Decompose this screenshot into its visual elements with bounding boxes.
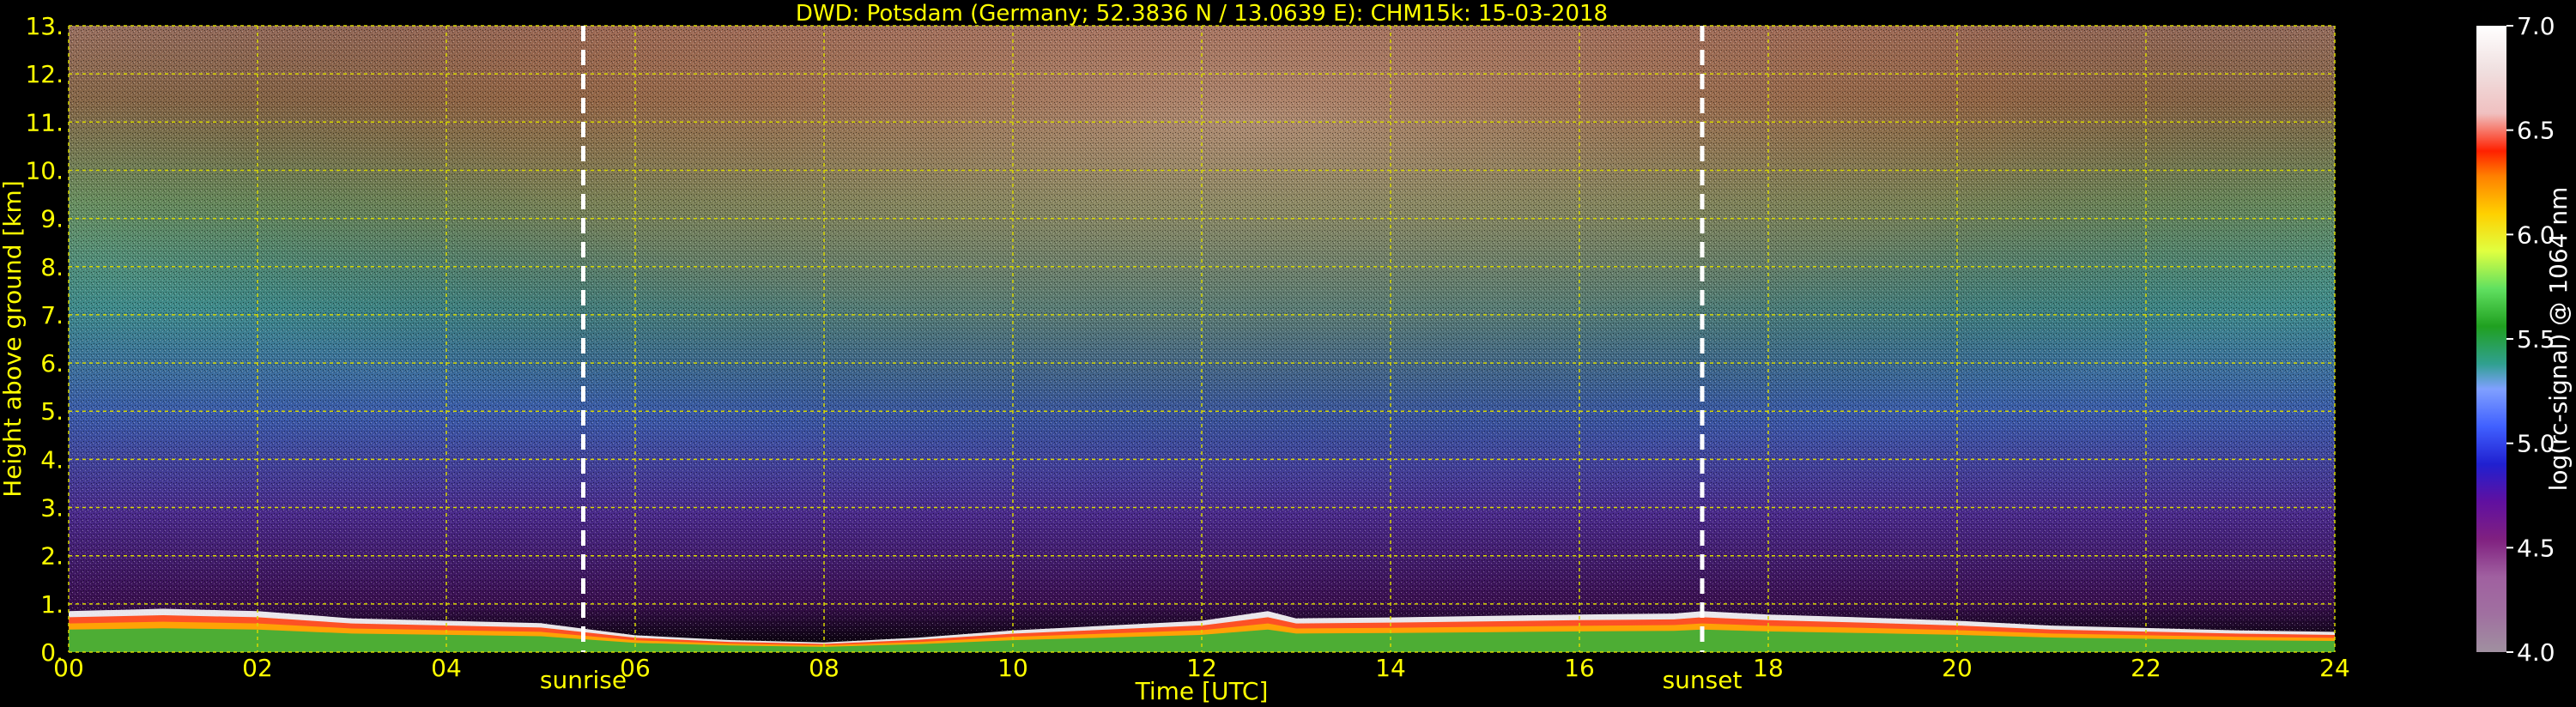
- y-tick-labels: 0.1.2.3.4.5.6.7.8.9.10.11.12.13.: [25, 12, 64, 667]
- x-tick-label: 14: [1375, 654, 1406, 682]
- x-tick-label: 06: [620, 654, 651, 682]
- y-tick-label: 7.: [40, 301, 64, 329]
- colorbar-tick-label: 4.5: [2517, 534, 2555, 562]
- plot-area: sunrise sunset: [68, 25, 2336, 694]
- x-tick-label: 00: [53, 654, 84, 682]
- noise-texture: [69, 26, 2335, 652]
- y-tick-label: 10.: [25, 156, 64, 184]
- ceilometer-chart: sunrise sunset 0.1.2.3.4.5.6.7.8.9.10.11.…: [0, 1, 2573, 705]
- y-tick-label: 8.: [40, 253, 64, 281]
- y-tick-label: 5.: [40, 397, 64, 426]
- x-tick-label: 24: [2319, 654, 2350, 682]
- colorbar-scale: [2476, 26, 2506, 652]
- y-axis-label: Height above ground [km]: [0, 180, 27, 498]
- y-tick-label: 6.: [40, 349, 64, 378]
- chart-title: DWD: Potsdam (Germany; 52.3836 N / 13.06…: [796, 1, 1608, 27]
- x-tick-label: 10: [997, 654, 1028, 682]
- y-tick-label: 2.: [40, 542, 64, 571]
- colorbar-tick-label: 4.0: [2517, 638, 2555, 667]
- y-tick-label: 11.: [25, 108, 64, 136]
- sunset-label: sunset: [1663, 666, 1743, 694]
- x-tick-label: 16: [1564, 654, 1595, 682]
- y-tick-label: 9.: [40, 205, 64, 233]
- colorbar-tick-label: 7.0: [2517, 12, 2555, 40]
- x-tick-label: 08: [809, 654, 839, 682]
- x-tick-label: 20: [1942, 654, 1973, 682]
- x-tick-label: 02: [242, 654, 273, 682]
- y-tick-label: 1.: [40, 590, 64, 619]
- x-tick-label: 04: [431, 654, 462, 682]
- y-tick-label: 4.: [40, 445, 64, 474]
- y-tick-label: 3.: [40, 494, 64, 523]
- x-tick-label: 22: [2131, 654, 2161, 682]
- x-axis-label: Time [UTC]: [1135, 677, 1269, 705]
- y-tick-label: 13.: [25, 12, 64, 40]
- y-tick-label: 12.: [25, 60, 64, 88]
- colorbar-label: log(rc-signal) @ 1064 nm: [2544, 187, 2573, 492]
- x-tick-label: 18: [1753, 654, 1784, 682]
- sunrise-label: sunrise: [540, 666, 627, 694]
- colorbar: 4.04.55.05.56.06.57.0 log(rc-signal) @ 1…: [2476, 12, 2573, 667]
- colorbar-tick-label: 6.5: [2517, 117, 2555, 145]
